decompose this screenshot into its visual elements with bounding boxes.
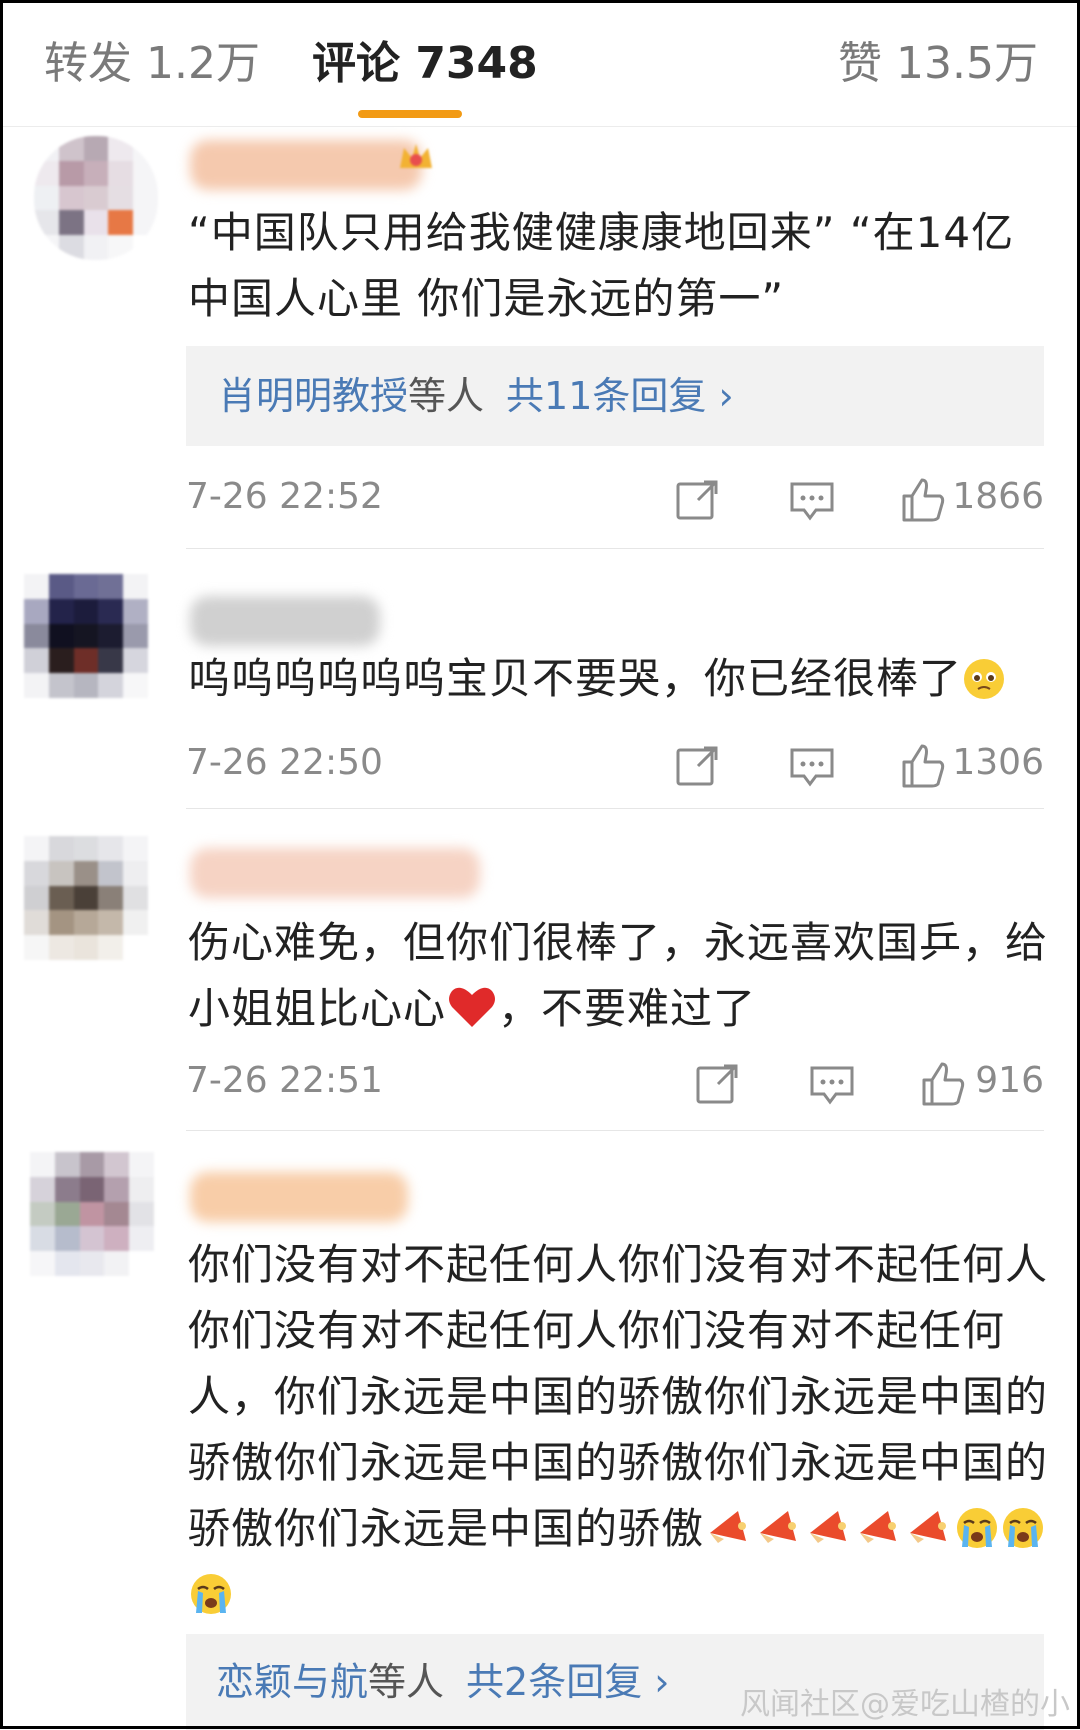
comment-icon[interactable] bbox=[806, 1058, 858, 1110]
comment-icon[interactable] bbox=[786, 740, 838, 792]
avatar[interactable] bbox=[30, 1152, 154, 1276]
username-blurred[interactable] bbox=[190, 848, 480, 898]
comment-meta: 7-26 22:52 1866 bbox=[186, 470, 1044, 530]
comment-text-content: 呜呜呜呜呜呜宝贝不要哭，你已经很棒了 bbox=[188, 654, 963, 703]
like-icon[interactable] bbox=[898, 740, 950, 792]
tab-comments[interactable]: 评论 7348 bbox=[312, 36, 538, 92]
like-icon[interactable] bbox=[898, 474, 950, 526]
comment-meta: 7-26 22:51 916 bbox=[186, 1054, 1044, 1114]
crying-face-emoji bbox=[1003, 1508, 1044, 1548]
reply-summary[interactable]: 肖明明教授等人 共11条回复 › bbox=[186, 346, 1044, 446]
megaphone-emoji bbox=[710, 1511, 747, 1543]
megaphone-emoji bbox=[760, 1511, 797, 1543]
username-blurred[interactable] bbox=[190, 1172, 408, 1222]
avatar[interactable] bbox=[24, 574, 148, 698]
reply-user-link[interactable]: 肖明明教授 bbox=[218, 374, 408, 418]
share-icon[interactable] bbox=[672, 740, 724, 792]
username-blurred[interactable] bbox=[190, 596, 380, 646]
like-count: 1306 bbox=[952, 742, 1044, 783]
tab-likes[interactable]: 赞 13.5万 bbox=[838, 36, 1038, 92]
crying-face-emoji bbox=[191, 1574, 231, 1614]
comment-icon[interactable] bbox=[786, 474, 838, 526]
like-count: 1866 bbox=[952, 476, 1044, 517]
comment-text: 呜呜呜呜呜呜宝贝不要哭，你已经很棒了 bbox=[188, 646, 1048, 712]
vip-crown-icon bbox=[396, 138, 436, 174]
comment-meta: 7-26 22:50 1306 bbox=[186, 736, 1044, 796]
comment-text-content-end: ，不要难过了 bbox=[498, 984, 757, 1033]
reply-suffix: 等人 bbox=[368, 1660, 445, 1704]
reply-user-link[interactable]: 恋颖与航 bbox=[216, 1660, 368, 1704]
divider bbox=[186, 1130, 1044, 1131]
reply-suffix: 等人 bbox=[408, 374, 485, 418]
active-tab-indicator bbox=[358, 110, 462, 118]
share-icon[interactable] bbox=[692, 1058, 744, 1110]
divider bbox=[186, 548, 1044, 549]
avatar[interactable] bbox=[24, 836, 148, 960]
megaphone-emoji bbox=[860, 1511, 897, 1543]
comment-text: 你们没有对不起任何人你们没有对不起任何人你们没有对不起任何人你们没有对不起任何人… bbox=[188, 1232, 1050, 1628]
reply-count-link[interactable]: 共11条回复 › bbox=[506, 374, 734, 418]
comment-text: 伤心难免，但你们很棒了，永远喜欢国乒，给小姐姐比心心 ，不要难过了 bbox=[188, 910, 1048, 1042]
divider bbox=[186, 808, 1044, 809]
like-icon[interactable] bbox=[918, 1058, 970, 1110]
username-blurred[interactable] bbox=[190, 140, 422, 190]
red-heart-emoji bbox=[449, 987, 496, 1027]
avatar[interactable] bbox=[34, 136, 158, 260]
share-icon[interactable] bbox=[672, 474, 724, 526]
tab-repost[interactable]: 转发 1.2万 bbox=[44, 36, 260, 92]
comment-time: 7-26 22:50 bbox=[186, 742, 383, 783]
pleading-face-emoji bbox=[964, 659, 1005, 699]
megaphone-emoji bbox=[910, 1511, 947, 1543]
like-count: 916 bbox=[975, 1060, 1044, 1101]
watermark: 风闻社区@爱吃山楂的小 bbox=[740, 1687, 1070, 1722]
comment-time: 7-26 22:51 bbox=[186, 1060, 383, 1101]
comment-text: “中国队只用给我健健康康地回来” “在14亿中国人心里 你们是永远的第一” bbox=[188, 208, 1015, 323]
comment-time: 7-26 22:52 bbox=[186, 476, 383, 517]
crying-face-emoji bbox=[957, 1508, 998, 1548]
comment-tabs: 转发 1.2万 评论 7348 赞 13.5万 bbox=[0, 0, 1080, 127]
megaphone-emoji bbox=[810, 1511, 847, 1543]
reply-count-link[interactable]: 共2条回复 › bbox=[466, 1660, 669, 1704]
